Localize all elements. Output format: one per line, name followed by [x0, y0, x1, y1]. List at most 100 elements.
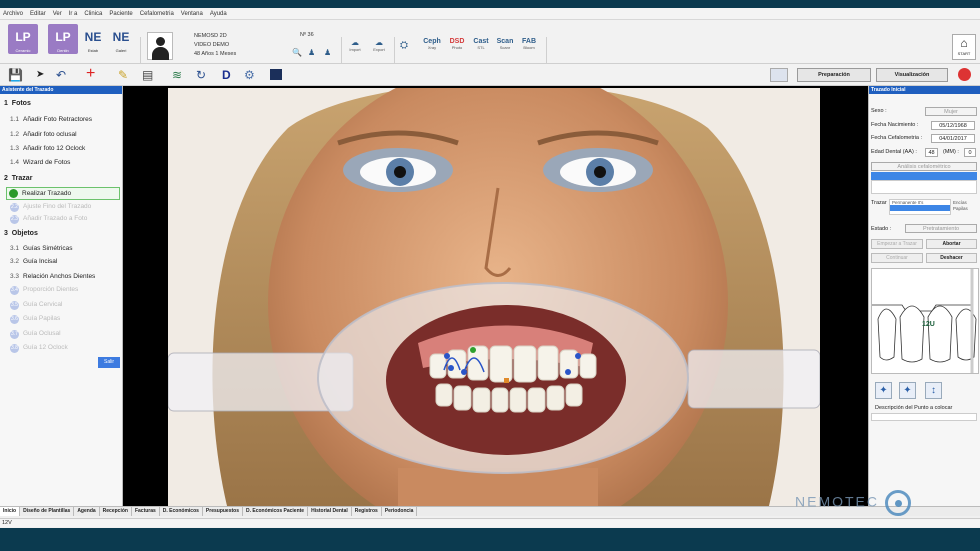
sexo-select[interactable]: Mujer: [925, 107, 977, 116]
tab-diseno-plantillas[interactable]: Diseño de Plantillas: [20, 507, 75, 516]
trace-point[interactable]: [565, 369, 571, 375]
menu-clinica[interactable]: Clinica: [84, 11, 102, 17]
tab-preparacion[interactable]: Preparación: [797, 68, 871, 82]
users-icon[interactable]: ♟: [308, 48, 315, 57]
fab-button[interactable]: FAB Bloom: [518, 38, 540, 50]
menu-paciente[interactable]: Paciente: [109, 11, 132, 17]
export-button[interactable]: ☁ Export: [370, 38, 388, 52]
trazar-option[interactable]: Papilas: [953, 206, 968, 212]
step-realizar-trazado[interactable]: Realizar Trazado: [6, 187, 120, 200]
step-add-occlusal-photo[interactable]: 1.2 Añadir foto oclusal: [10, 131, 77, 138]
trazar-selected[interactable]: [890, 205, 950, 211]
ceph-button[interactable]: Ceph Xray: [421, 38, 443, 50]
tab-recepcion[interactable]: Recepción: [100, 507, 132, 516]
menu-ir-a[interactable]: Ir a: [69, 11, 78, 17]
tab-historial-dental[interactable]: Historial Dental: [308, 507, 352, 516]
estado-label: Estado :: [871, 226, 892, 232]
deshacer-button[interactable]: Deshacer: [926, 253, 977, 263]
d-icon[interactable]: D: [222, 68, 231, 82]
move-point-icon[interactable]: ✦: [899, 382, 916, 399]
step-num: 3.2: [10, 258, 20, 265]
tab-agenda[interactable]: Agenda: [74, 507, 100, 516]
search-icon[interactable]: 🔍: [292, 48, 302, 57]
color-swatch[interactable]: [770, 68, 788, 82]
trace-point[interactable]: [444, 353, 450, 359]
trace-point[interactable]: [448, 365, 454, 371]
dental-age-years[interactable]: 48: [925, 148, 938, 157]
step-label: Guía Oclusal: [23, 330, 61, 337]
step-add-12oclock-photo[interactable]: 1.3 Añadir foto 12 Oclock: [10, 145, 85, 152]
analisis-selected[interactable]: [871, 172, 977, 180]
comment-icon[interactable]: ▤: [142, 68, 153, 82]
lp-dentin-button[interactable]: LP Dentin: [48, 24, 78, 54]
menu-ver[interactable]: Ver: [53, 11, 62, 17]
tab-d-economicos[interactable]: D. Económicos: [160, 507, 203, 516]
trace-point[interactable]: [470, 347, 476, 353]
tooth-preview[interactable]: 12U: [871, 268, 979, 374]
tab-periodoncia[interactable]: Periodoncia: [382, 507, 418, 516]
tooth-code-label: 12U: [922, 321, 935, 328]
add-point-icon[interactable]: ✦: [875, 382, 892, 399]
menu-archivo[interactable]: Archivo: [3, 11, 23, 17]
fab-sub: Bloom: [523, 45, 535, 50]
midline-point[interactable]: [504, 378, 509, 383]
step-add-retractor-photo[interactable]: 1.1 Añadir Foto Retractores: [10, 116, 92, 123]
salir-button[interactable]: Salir: [98, 357, 120, 368]
scan-button[interactable]: Scan Scanr: [494, 38, 516, 50]
tab-facturas[interactable]: Facturas: [132, 507, 160, 516]
curve-icon[interactable]: ≋: [172, 68, 182, 82]
step-photo-wizard[interactable]: 1.4 Wizard de Fotos: [10, 159, 70, 166]
ceph-date-field[interactable]: 04/01/2017: [931, 134, 975, 143]
menu-ayuda[interactable]: Ayuda: [210, 11, 227, 17]
step-num: 2.3: [10, 215, 19, 224]
birthdate-field[interactable]: 05/12/1968: [931, 121, 975, 130]
empezar-button[interactable]: Empezar a Trazar: [871, 239, 923, 249]
logo-ring-icon: [885, 490, 911, 516]
tab-presupuestos[interactable]: Presupuestos: [203, 507, 243, 516]
home-start-button[interactable]: ⌂ START: [952, 34, 976, 60]
estado-select[interactable]: Pretratamiento: [905, 224, 977, 233]
tab-visualizacion[interactable]: Visualización: [876, 68, 948, 82]
ne-estab-button[interactable]: NE Estab: [80, 24, 106, 54]
trace-point[interactable]: [575, 353, 581, 359]
network-icon[interactable]: ⛭: [400, 40, 408, 51]
save-icon[interactable]: 💾: [8, 68, 23, 82]
ne-galeri-button[interactable]: NE Galeri: [108, 24, 134, 54]
step-symmetric-guides[interactable]: 3.1 Guías Simétricas: [10, 245, 73, 252]
tab-inicio[interactable]: Inicio: [0, 507, 21, 516]
tab-registros[interactable]: Registros: [352, 507, 382, 516]
lp-ceramic-button[interactable]: LP Ceramic: [8, 24, 38, 54]
photo-canvas[interactable]: [123, 86, 868, 512]
continuar-button[interactable]: Continuar: [871, 253, 923, 263]
abortar-button[interactable]: Abortar: [926, 239, 977, 249]
step-label: Añadir foto oclusal: [23, 131, 77, 138]
step-incisal-guide[interactable]: 3.2 Guía Incisal: [10, 258, 57, 265]
dental-age-months[interactable]: 0: [964, 148, 976, 157]
patient-avatar[interactable]: [147, 32, 173, 60]
trace-point[interactable]: [461, 369, 467, 375]
cast-button[interactable]: Cast STL: [470, 38, 492, 50]
scan-label: Scan: [496, 38, 514, 45]
crosshair-icon[interactable]: +: [86, 66, 95, 82]
trazar-list[interactable]: Permanente It's: [889, 199, 951, 215]
patient-face-illustration: [168, 88, 820, 510]
dsd-button[interactable]: DSD Photo: [446, 38, 468, 50]
rotate-icon[interactable]: ↻: [196, 68, 206, 82]
patient-photo[interactable]: [168, 88, 820, 510]
image-icon[interactable]: [270, 69, 282, 80]
close-record-icon[interactable]: [958, 68, 971, 81]
import-button[interactable]: ☁ Import: [346, 38, 364, 52]
analisis-list[interactable]: [871, 180, 977, 194]
step-teeth-width-ratio[interactable]: 3.3 Relación Anchos Dientes: [10, 273, 95, 280]
pencil-icon[interactable]: ✎: [118, 68, 128, 82]
tab-d-economicos-paciente[interactable]: D. Económicos Paciente: [243, 507, 309, 516]
gear-icon[interactable]: ⚙: [244, 68, 255, 82]
measure-icon[interactable]: ↕: [925, 382, 942, 399]
menu-ventana[interactable]: Ventana: [181, 11, 203, 17]
menu-cefalometria[interactable]: Cefalometria: [140, 11, 174, 17]
user-settings-icon[interactable]: ♟: [324, 48, 331, 57]
menu-editar[interactable]: Editar: [30, 11, 46, 17]
undo-icon[interactable]: ↶: [56, 68, 66, 82]
pointer-icon[interactable]: ➤: [36, 68, 44, 82]
step-teeth-proportion: 3.4 Proporción Dientes: [10, 286, 78, 295]
